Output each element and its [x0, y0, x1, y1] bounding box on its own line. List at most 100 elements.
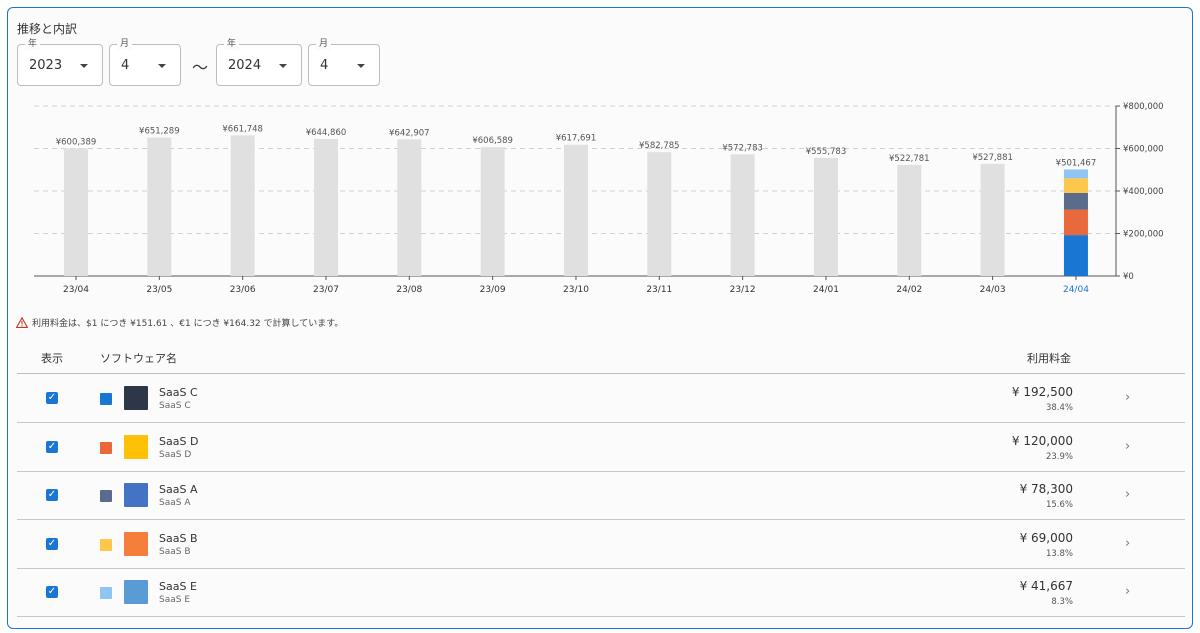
- bar-data-label: ¥661,748: [222, 124, 263, 134]
- y-tick-label: ¥200,000: [1123, 230, 1164, 240]
- table-row[interactable]: ✓ SaaS C SaaS C ¥ 192,500 38.4% ›: [17, 374, 1185, 423]
- caret-down-icon: [158, 64, 166, 68]
- header-fee: 利用料金: [1027, 352, 1071, 365]
- software-name: SaaS B: [159, 531, 198, 545]
- series-color-swatch: [100, 490, 112, 503]
- x-tick-label: 23/09: [480, 285, 506, 295]
- x-tick-label: 23/12: [730, 285, 756, 295]
- software-logo: [124, 483, 148, 508]
- bar-data-label: ¥606,589: [472, 136, 513, 146]
- software-subname: SaaS E: [159, 595, 191, 606]
- series-color-swatch: [100, 538, 112, 551]
- series-color-swatch: [100, 587, 112, 600]
- breakdown-bar-segment: [1063, 235, 1088, 276]
- end-month-select[interactable]: 月 4: [308, 38, 380, 86]
- bar: [480, 147, 505, 276]
- table-row[interactable]: ✓ SaaS A SaaS A ¥ 78,300 15.6% ›: [17, 471, 1185, 521]
- chevron-right-icon[interactable]: ›: [1125, 439, 1130, 454]
- software-share: 15.6%: [1045, 500, 1073, 511]
- x-tick-label: 24/03: [980, 285, 1006, 295]
- bar-data-label: ¥501,467: [1056, 158, 1097, 168]
- end-month-label: 月: [316, 38, 332, 50]
- x-tick-label: 23/10: [563, 285, 589, 295]
- start-month-value: 4: [121, 58, 130, 73]
- y-tick-label: ¥0: [1123, 272, 1134, 282]
- warning-icon: [16, 317, 28, 328]
- software-logo: [124, 531, 148, 556]
- software-fee: ¥ 192,500: [1011, 385, 1073, 399]
- bar: [397, 139, 422, 276]
- breakdown-bar-segment: [1063, 192, 1088, 210]
- y-tick-label: ¥800,000: [1123, 102, 1164, 112]
- table-row[interactable]: ✓ SaaS D SaaS D ¥ 120,000 23.9% ›: [17, 423, 1185, 472]
- software-name: SaaS C: [159, 386, 198, 399]
- x-tick-label: 23/07: [313, 285, 339, 295]
- bar-data-label: ¥600,389: [56, 137, 97, 147]
- bar-data-label: ¥527,881: [972, 153, 1013, 163]
- series-color-swatch: [100, 393, 112, 405]
- show-checkbox[interactable]: ✓: [46, 537, 58, 550]
- bar: [563, 144, 588, 276]
- bar-data-label: ¥644,860: [306, 128, 347, 138]
- software-logo: [124, 580, 148, 605]
- header-software: ソフトウェア名: [100, 352, 177, 365]
- bar: [313, 138, 338, 276]
- caret-down-icon: [357, 64, 365, 68]
- bar-data-label: ¥555,783: [806, 147, 847, 157]
- show-checkbox[interactable]: ✓: [46, 440, 58, 453]
- bar-data-label: ¥582,785: [639, 141, 680, 151]
- software-name: SaaS A: [159, 483, 198, 497]
- software-share: 8.3%: [1051, 597, 1073, 608]
- software-subname: SaaS D: [159, 449, 192, 460]
- software-name: SaaS E: [159, 580, 197, 594]
- software-name: SaaS D: [159, 434, 199, 448]
- x-tick-label: 23/06: [230, 285, 256, 295]
- x-tick-label: 23/08: [396, 285, 422, 295]
- start-year-select[interactable]: 年 2023: [17, 38, 103, 86]
- end-month-value: 4: [320, 58, 329, 73]
- start-year-value: 2023: [29, 58, 63, 73]
- end-year-select[interactable]: 年 2024: [216, 38, 302, 86]
- bar: [647, 152, 672, 276]
- end-year-value: 2024: [228, 58, 262, 73]
- bar: [980, 163, 1005, 276]
- bar-data-label: ¥617,691: [556, 134, 597, 144]
- breakdown-bar-segment: [1063, 178, 1088, 193]
- table-row[interactable]: ✓ SaaS E SaaS E ¥ 41,667 8.3% ›: [17, 568, 1185, 618]
- software-logo: [124, 434, 148, 459]
- caret-down-icon: [279, 64, 287, 68]
- x-tick-label: 23/11: [646, 285, 672, 295]
- software-fee: ¥ 69,000: [1019, 530, 1073, 545]
- show-checkbox[interactable]: ✓: [46, 392, 58, 404]
- currency-note: 利用料金は、$1 につき ¥151.61 、€1 につき ¥164.32 で計算…: [16, 316, 343, 329]
- bar: [64, 148, 88, 276]
- software-share: 38.4%: [1045, 403, 1073, 413]
- table-row[interactable]: ✓ SaaS B SaaS B ¥ 69,000 13.8% ›: [17, 520, 1185, 569]
- chevron-right-icon[interactable]: ›: [1125, 536, 1130, 551]
- show-checkbox[interactable]: ✓: [46, 489, 58, 502]
- breakdown-bar-segment: [1063, 209, 1088, 236]
- bar-data-label: ¥651,289: [139, 127, 180, 137]
- bar: [897, 164, 922, 276]
- bar-data-label: ¥522,781: [889, 154, 930, 164]
- chevron-right-icon[interactable]: ›: [1125, 584, 1130, 599]
- chevron-right-icon[interactable]: ›: [1125, 390, 1130, 405]
- show-checkbox[interactable]: ✓: [46, 586, 58, 599]
- bar: [147, 137, 172, 276]
- x-tick-label: 23/04: [63, 285, 89, 295]
- section-title: 推移と内訳: [17, 22, 78, 36]
- software-fee: ¥ 41,667: [1019, 579, 1073, 594]
- breakdown-card: 推移と内訳 年 2023 月 4 ～ 年 2024 月 4 ¥0 ¥200,000…: [7, 7, 1193, 629]
- software-share: 23.9%: [1045, 451, 1073, 462]
- x-tick-label: 24/04: [1063, 285, 1089, 295]
- start-month-select[interactable]: 月 4: [109, 38, 181, 86]
- chevron-right-icon[interactable]: ›: [1125, 487, 1130, 502]
- series-color-swatch: [100, 441, 112, 454]
- bar: [230, 135, 255, 276]
- monthly-cost-chart: ¥0 ¥200,000 ¥400,000 ¥600,000 ¥800,000 ¥600,3…: [34, 102, 1164, 295]
- table-header: 表示 ソフトウェア名 利用料金: [17, 340, 1185, 374]
- bar: [730, 154, 755, 276]
- software-subname: SaaS C: [159, 401, 191, 411]
- y-tick-label: ¥600,000: [1123, 145, 1164, 155]
- software-fee: ¥ 120,000: [1011, 433, 1073, 448]
